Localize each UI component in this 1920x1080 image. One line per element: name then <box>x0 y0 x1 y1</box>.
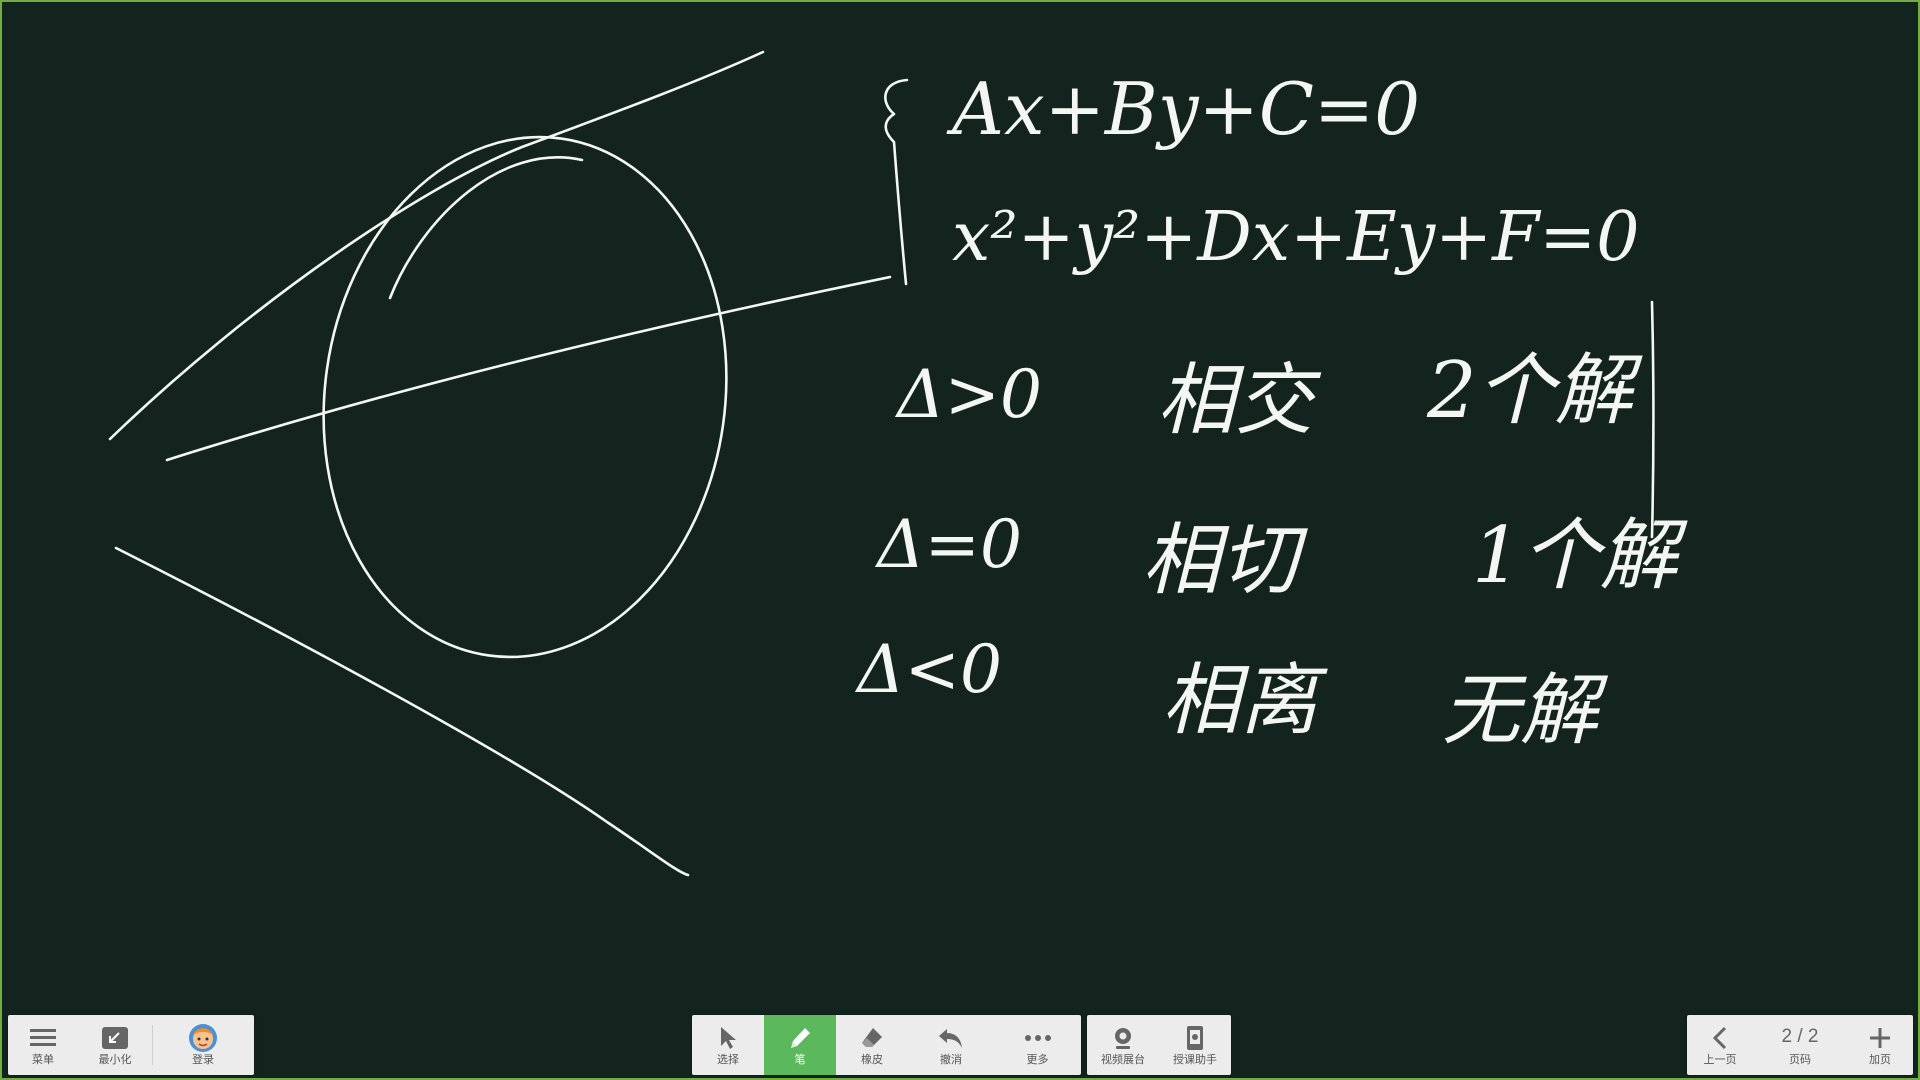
phone-icon <box>1179 1024 1211 1052</box>
ink-relation-intersect: 相交 <box>1157 356 1322 446</box>
plus-icon <box>1864 1024 1896 1052</box>
whiteboard-window: Ax+By+C=0 x²+y²+Dx+Ey+F=0 Δ>0 相交 2个解 Δ=0… <box>0 0 1920 1080</box>
ink-circle-inner-arc <box>388 156 584 300</box>
page-number-label: 页码 <box>1789 1053 1811 1066</box>
ink-relation-tangent: 相切 <box>1142 516 1308 606</box>
page-number-indicator[interactable]: 2 / 2 页码 <box>1753 1015 1847 1075</box>
minimize-button[interactable]: 最小化 <box>78 1015 152 1075</box>
ink-relation-separate: 相离 <box>1162 656 1328 746</box>
prev-page-label: 上一页 <box>1703 1053 1737 1066</box>
undo-icon <box>935 1024 967 1052</box>
menu-button[interactable]: 菜单 <box>8 1015 78 1075</box>
toolbar-tools: 选择 笔 橡皮 撤消 更多 <box>692 1015 1081 1075</box>
toolbar-pages: 上一页 2 / 2 页码 加页 <box>1687 1015 1913 1075</box>
minimize-label: 最小化 <box>98 1053 132 1066</box>
ink-separate-line <box>114 546 690 877</box>
ink-solutions-two: 2个解 <box>1426 346 1644 436</box>
cursor-icon <box>712 1024 744 1052</box>
select-tool-label: 选择 <box>717 1053 739 1066</box>
video-booth-label: 视频展台 <box>1101 1053 1145 1066</box>
pen-icon <box>784 1024 816 1052</box>
toolbar-left: 菜单 最小化 登录 <box>8 1015 254 1075</box>
teaching-assistant-button[interactable]: 授课助手 <box>1159 1015 1231 1075</box>
add-page-label: 加页 <box>1869 1053 1891 1066</box>
login-button[interactable]: 登录 <box>153 1015 253 1075</box>
eraser-tool-button[interactable]: 橡皮 <box>836 1015 908 1075</box>
pen-tool-button[interactable]: 笔 <box>764 1015 836 1075</box>
ink-delta-zero: Δ=0 <box>874 506 1022 583</box>
ink-secant-line <box>165 275 892 462</box>
more-button[interactable]: 更多 <box>994 1015 1081 1075</box>
menu-label: 菜单 <box>32 1053 54 1066</box>
ink-circle <box>322 135 728 659</box>
ink-solutions-none: 无解 <box>1442 666 1609 756</box>
pen-tool-label: 笔 <box>794 1053 806 1066</box>
ink-equation-line: Ax+By+C=0 <box>946 67 1420 151</box>
select-tool-button[interactable]: 选择 <box>692 1015 764 1075</box>
eraser-tool-label: 橡皮 <box>861 1053 883 1066</box>
ink-equation-circle: x²+y²+Dx+Ey+F=0 <box>952 198 1640 277</box>
ink-long-stroke <box>1650 300 1655 539</box>
minimize-icon <box>99 1024 131 1052</box>
ink-delta-negative: Δ<0 <box>854 631 1002 708</box>
avatar-icon <box>187 1023 219 1052</box>
teaching-assistant-label: 授课助手 <box>1173 1053 1217 1066</box>
eraser-icon <box>856 1024 888 1052</box>
more-label: 更多 <box>1026 1053 1049 1066</box>
add-page-button[interactable]: 加页 <box>1847 1015 1913 1075</box>
menu-icon <box>27 1024 59 1052</box>
page-number-value: 2 / 2 <box>1781 1025 1819 1047</box>
camera-icon <box>1107 1024 1139 1052</box>
ink-delta-positive: Δ>0 <box>894 356 1042 433</box>
prev-page-button[interactable]: 上一页 <box>1687 1015 1753 1075</box>
login-label: 登录 <box>192 1053 214 1066</box>
undo-button[interactable]: 撤消 <box>908 1015 994 1075</box>
drawing-canvas[interactable]: Ax+By+C=0 x²+y²+Dx+Ey+F=0 Δ>0 相交 2个解 Δ=0… <box>2 2 1918 1078</box>
more-icon <box>1022 1024 1054 1052</box>
undo-label: 撤消 <box>940 1053 962 1066</box>
ink-solutions-one: 1个解 <box>1472 511 1689 601</box>
chevron-left-icon <box>1704 1024 1736 1052</box>
ink-brace <box>884 78 909 286</box>
toolbar-media: 视频展台 授课助手 <box>1087 1015 1231 1075</box>
video-booth-button[interactable]: 视频展台 <box>1087 1015 1159 1075</box>
